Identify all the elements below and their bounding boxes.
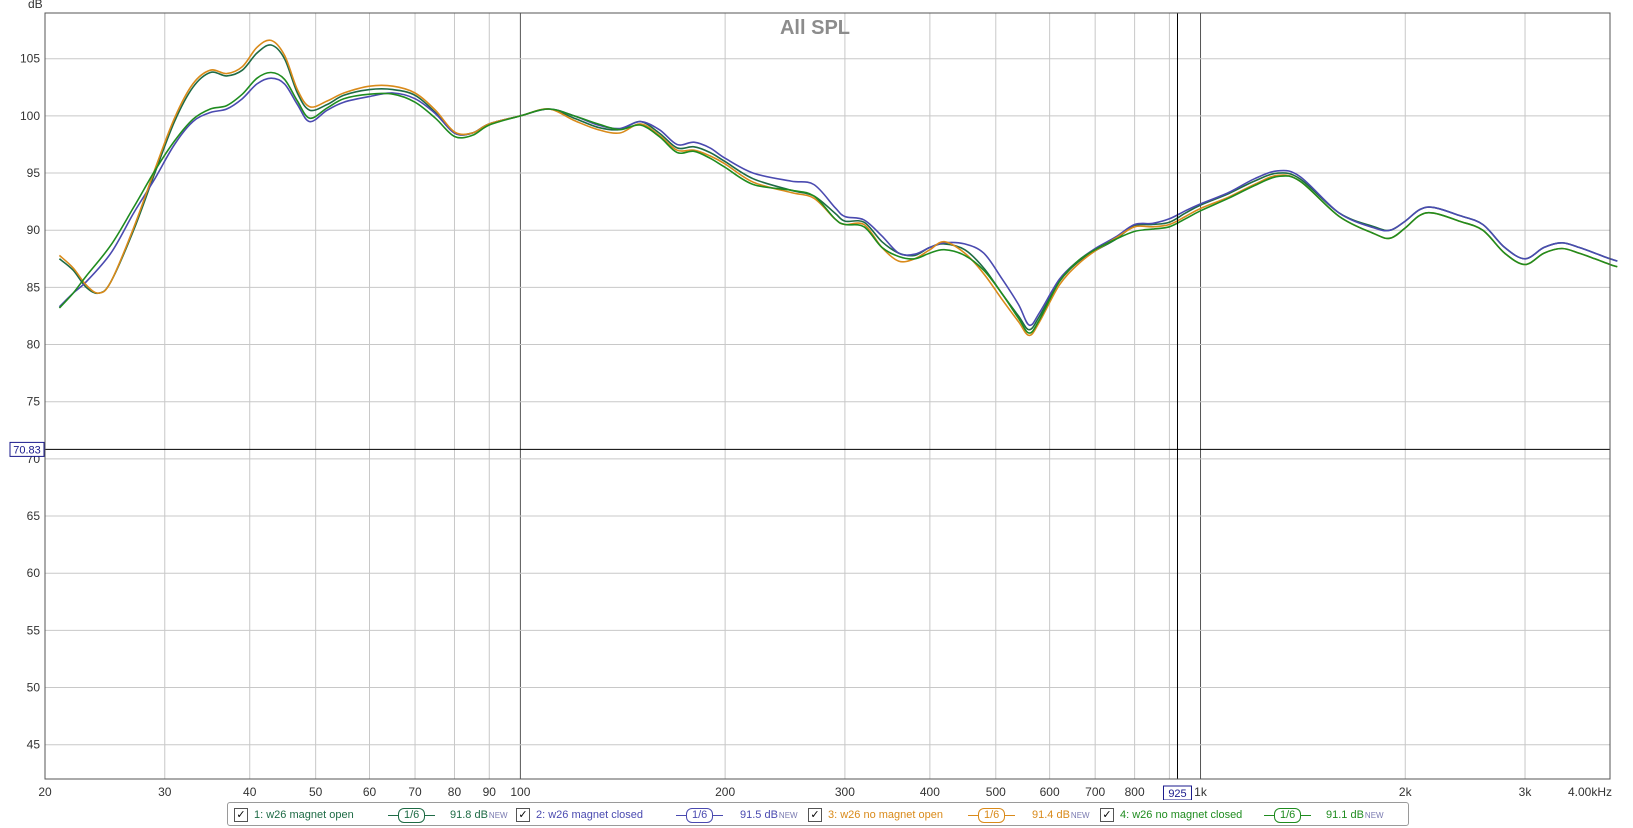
x-tick-label: 4.00kHz (1568, 785, 1612, 799)
smoothing-control-4[interactable]: 1/6 (1264, 806, 1312, 824)
x-tick-label: 80 (448, 785, 462, 799)
x-tick-label: 300 (835, 785, 855, 799)
new-badge-3: NEW (1070, 810, 1090, 820)
level-readout-1: 91.8 dB NEW (450, 806, 508, 824)
y-tick-label: 60 (27, 566, 41, 580)
legend-bar: ✓ 1: w26 magnet open 1/6 91.8 dB NEW ✓ 2:… (227, 802, 1409, 826)
legend-item-4[interactable]: ✓ 4: w26 no magnet closed (1100, 806, 1242, 824)
cursor-x-readout: 925 (1168, 788, 1186, 800)
level-value-1: 91.8 dB (450, 809, 488, 821)
y-tick-label: 45 (27, 738, 41, 752)
new-badge-2: NEW (778, 810, 798, 820)
y-tick-label: 75 (27, 395, 41, 409)
y-tick-label: 85 (27, 280, 41, 294)
legend-item-2[interactable]: ✓ 2: w26 magnet closed (516, 806, 643, 824)
smoothing-label-2: 1/6 (686, 807, 714, 823)
legend-item-1[interactable]: ✓ 1: w26 magnet open (234, 806, 354, 824)
x-tick-label: 1k (1194, 785, 1208, 799)
y-tick-label: 105 (20, 52, 40, 66)
new-badge-4: NEW (1364, 810, 1384, 820)
x-tick-label: 800 (1125, 785, 1145, 799)
legend-label-4: 4: w26 no magnet closed (1120, 809, 1243, 821)
x-tick-label: 400 (920, 785, 940, 799)
legend-label-2: 2: w26 magnet closed (536, 809, 644, 821)
x-tick-label: 30 (158, 785, 172, 799)
x-tick-label: 600 (1040, 785, 1060, 799)
new-badge-1: NEW (488, 810, 508, 820)
y-axis-label: dB (28, 0, 43, 11)
x-tick-label: 500 (986, 785, 1006, 799)
y-tick-label: 55 (27, 623, 41, 637)
spl-chart[interactable]: 20 30 40 50 60 70 80 90 100 200 300 400 500 600 700 800… (0, 0, 1633, 800)
x-tick-label: 100 (510, 785, 530, 799)
level-readout-2: 91.5 dB NEW (740, 806, 798, 824)
cursor-y-readout: 70.83 (13, 444, 41, 456)
legend-checkbox-2[interactable]: ✓ (516, 808, 530, 822)
y-tick-label: 50 (27, 681, 41, 695)
y-tick-label: 80 (27, 338, 41, 352)
legend-checkbox-3[interactable]: ✓ (808, 808, 822, 822)
legend-checkbox-1[interactable]: ✓ (234, 808, 248, 822)
legend-label-1: 1: w26 magnet open (254, 809, 354, 821)
y-tick-label: 100 (20, 109, 40, 123)
x-tick-label: 90 (483, 785, 497, 799)
x-tick-label: 50 (309, 785, 323, 799)
y-tick-label: 95 (27, 166, 41, 180)
level-readout-3: 91.4 dB NEW (1032, 806, 1090, 824)
x-tick-label: 70 (408, 785, 422, 799)
x-tick-label: 2k (1399, 785, 1413, 799)
chart-title: All SPL (780, 17, 850, 39)
x-tick-label: 60 (363, 785, 377, 799)
level-value-3: 91.4 dB (1032, 809, 1070, 821)
y-tick-label: 90 (27, 223, 41, 237)
smoothing-control-1[interactable]: 1/6 (388, 806, 436, 824)
smoothing-label-3: 1/6 (978, 807, 1006, 823)
x-tick-label: 40 (243, 785, 257, 799)
x-tick-label: 200 (715, 785, 735, 799)
x-tick-label: 700 (1085, 785, 1105, 799)
smoothing-control-2[interactable]: 1/6 (676, 806, 724, 824)
x-tick-label: 20 (38, 785, 52, 799)
level-value-4: 91.1 dB (1326, 809, 1364, 821)
smoothing-control-3[interactable]: 1/6 (968, 806, 1016, 824)
smoothing-label-4: 1/6 (1274, 807, 1302, 823)
x-tick-label: 3k (1519, 785, 1533, 799)
level-readout-4: 91.1 dB NEW (1326, 806, 1384, 824)
legend-label-3: 3: w26 no magnet open (828, 809, 943, 821)
smoothing-label-1: 1/6 (398, 807, 426, 823)
plot-background (0, 0, 1633, 800)
legend-checkbox-4[interactable]: ✓ (1100, 808, 1114, 822)
legend-item-3[interactable]: ✓ 3: w26 no magnet open (808, 806, 943, 824)
level-value-2: 91.5 dB (740, 809, 778, 821)
y-tick-label: 65 (27, 509, 41, 523)
